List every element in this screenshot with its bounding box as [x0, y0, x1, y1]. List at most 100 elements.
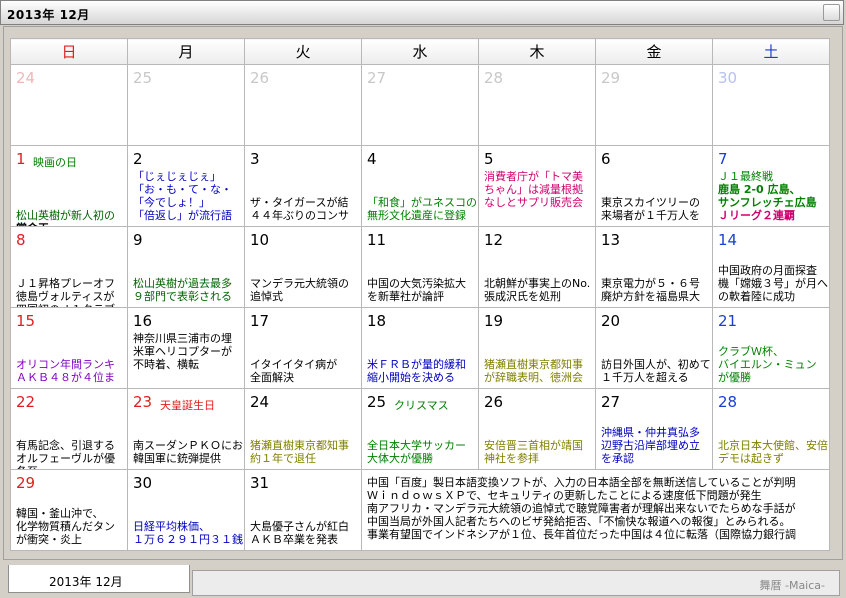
event-text: 縮小開始を決める — [367, 371, 455, 384]
day-cell[interactable]: 28 — [478, 64, 596, 146]
event-text: 鹿島 2-0 広島、 — [718, 183, 801, 196]
day-cell[interactable]: 4 「和食」がユネスコの 無形文化遺産に登録 — [361, 145, 479, 227]
day-cell[interactable]: 25 — [127, 64, 245, 146]
weekday-header-fri: 金 — [595, 38, 713, 65]
day-cell[interactable]: 24 — [10, 64, 128, 146]
day-number: 28 — [484, 69, 504, 87]
day-number: 6 — [601, 150, 611, 168]
day-number: 16 — [133, 312, 153, 330]
event-text: が辞職表明、徳洲会 — [484, 371, 583, 384]
event-text: 米軍ヘリコプターが — [133, 345, 232, 358]
day-cell[interactable]: 16 神奈川県三浦市の埋 米軍ヘリコプターが 不時着、横転 — [127, 307, 245, 389]
day-cell[interactable]: 27 沖縄県・仲井真弘多 辺野古沿岸部埋め立 を承認 — [595, 388, 713, 470]
day-cell[interactable]: 26 安倍晋三首相が靖国 神社を参拝 — [478, 388, 596, 470]
event-text: 「今でしょ！」 — [133, 196, 210, 209]
event-text: 猪瀬直樹東京都知事 — [484, 358, 583, 371]
day-cell[interactable]: 20 訪日外国人が、初めて １千万人を超える — [595, 307, 713, 389]
day-number: 22 — [16, 393, 36, 411]
day-cell[interactable]: 19 猪瀬直樹東京都知事 が辞職表明、徳洲会 — [478, 307, 596, 389]
day-cell[interactable]: 11 中国の大気汚染拡大 を新華社が論評 — [361, 226, 479, 308]
day-number: 10 — [250, 231, 270, 249]
holiday-label: クリスマス — [394, 399, 449, 412]
day-cell[interactable]: 30 — [712, 64, 830, 146]
day-cell[interactable]: 17 イタイイタイ病が 全面解決 — [244, 307, 362, 389]
day-cell[interactable]: 15 オリコン年間ランキ ＡＫＢ４８が４位ま — [10, 307, 128, 389]
event-text: 不時着、横転 — [133, 358, 199, 371]
day-cell[interactable]: 8 Ｊ１昇格プレーオフ徳島ヴォルティスが四国初のＪ１クラブ — [10, 226, 128, 308]
day-cell[interactable]: 14 中国政府の月面探査 機「嫦娥３号」が月へ の軟着陸に成功 — [712, 226, 830, 308]
day-cell[interactable]: 23 天皇誕生日 南スーダンＰＫＯにお 韓国軍に銃弾提供 — [127, 388, 245, 470]
day-cell[interactable]: 27 — [361, 64, 479, 146]
day-number: 31 — [250, 474, 270, 492]
event-text: デモは起きず — [718, 452, 784, 465]
event-text: 南スーダンＰＫＯにお — [133, 439, 243, 452]
day-cell[interactable]: 6 東京スカイツリーの 来場者が１千万人を — [595, 145, 713, 227]
day-number: 11 — [367, 231, 387, 249]
day-number: 23 — [133, 393, 153, 411]
day-cell[interactable]: 3 ザ・タイガースが結 ４４年ぶりのコンサ — [244, 145, 362, 227]
day-number: 24 — [16, 69, 36, 87]
event-text: 「和食」がユネスコの — [367, 196, 477, 209]
long-event-text: 中国当局が外国人記者たちへのビザ発給拒否、「不愉快な報道への報復」とみられる。 — [367, 515, 791, 528]
event-text: ＡＫＢ４８が４位ま — [16, 371, 115, 384]
bottom-bar: 2013年 12月 舞暦 -Maica- — [0, 561, 846, 598]
day-number: 20 — [601, 312, 621, 330]
day-cell[interactable]: 24 猪瀬直樹東京都知事 約１年で退任 — [244, 388, 362, 470]
event-text: なしとサプリ販売会 — [484, 196, 583, 209]
day-cell[interactable]: 26 — [244, 64, 362, 146]
day-cell[interactable]: 25 クリスマス 全日本大学サッカー 大体大が優勝 — [361, 388, 479, 470]
event-text: 化学物質積んだタン — [16, 520, 115, 533]
window-button[interactable] — [823, 4, 840, 21]
day-number: 4 — [367, 150, 377, 168]
event-text: 「お・も・て・な・ — [133, 183, 232, 196]
event-text: Ｊリーグ２連覇 — [718, 209, 795, 222]
event-text: 機「嫦娥３号」が月へ — [718, 277, 828, 290]
day-number: 9 — [133, 231, 143, 249]
day-cell[interactable]: 21 クラブＷ杯、 バイエルン・ミュン が優勝 — [712, 307, 830, 389]
day-number: 26 — [484, 393, 504, 411]
day-cell[interactable]: 31 大島優子さんが紅白 ＡＫＢ卒業を発表 — [244, 469, 362, 551]
day-cell[interactable]: 29 韓国・釜山沖で、 化学物質積んだタン が衝突・炎上 — [10, 469, 128, 551]
long-event-text: 中国「百度」製日本語変換ソフトが、入力の日本語全部を無断送信していることが判明 — [367, 476, 796, 489]
day-cell[interactable]: 30 日経平均株価、 １万６２９１円３１銭 — [127, 469, 245, 551]
day-number: 29 — [16, 474, 36, 492]
event-text: 韓国・釜山沖で、 — [16, 507, 104, 520]
day-number: 15 — [16, 312, 36, 330]
event-text: ９部門で表彰される — [133, 290, 232, 303]
event-text: 松山英樹が新人初の — [16, 209, 115, 222]
event-text: 松山英樹が過去最多 — [133, 277, 232, 290]
day-cell[interactable]: 10 マンデラ元大統領の 追悼式 — [244, 226, 362, 308]
weekday-header-row: 日 月 火 水 木 金 土 — [10, 38, 830, 65]
month-tab[interactable]: 2013年 12月 — [8, 565, 190, 593]
long-event-text: 南アフリカ・マンデラ元大統領の追悼式で聴覚障害者が理解出来ないでたらめな手話が — [367, 502, 796, 515]
day-cell[interactable]: 18 米ＦＲＢが量的緩和 縮小開始を決める — [361, 307, 479, 389]
day-cell[interactable]: 5 消費者庁が「トマ美 ちゃん」は減量根拠 なしとサプリ販売会 — [478, 145, 596, 227]
day-cell[interactable]: 22 有馬記念、引退するオルフェーヴルが優冬至 — [10, 388, 128, 470]
day-number: 25 — [133, 69, 153, 87]
day-cell[interactable]: 7 Ｊ１最終戦 鹿島 2-0 広島、 サンフレッチェ広島 Ｊリーグ２連覇 — [712, 145, 830, 227]
event-text: 沖縄県・仲井真弘多 — [601, 426, 700, 439]
event-text: Ｊ１最終戦 — [718, 170, 773, 183]
day-cell[interactable]: 9 松山英樹が過去最多 ９部門で表彰される — [127, 226, 245, 308]
day-cell[interactable]: 中国「百度」製日本語変換ソフトが、入力の日本語全部を無断送信していることが判明 Ｗ… — [361, 469, 830, 551]
day-cell[interactable]: 1 映画の日松山英樹が新人初の賞金王 — [10, 145, 128, 227]
day-number: 29 — [601, 69, 621, 87]
event-text: 徳島ヴォルティスが — [16, 290, 115, 303]
event-text: ４４年ぶりのコンサ — [250, 209, 349, 222]
day-cell[interactable]: 12 北朝鮮が事実上のNo. 張成沢氏を処刑 — [478, 226, 596, 308]
day-number: 17 — [250, 312, 270, 330]
day-number: 1 — [16, 150, 26, 168]
long-event-text: 事業有望国でインドネシアが１位、長年首位だった中国は４位に転落（国際協力銀行調 — [367, 528, 796, 541]
event-text: 北京日本大使館、安倍 — [718, 439, 828, 452]
status-bar: 舞暦 -Maica- — [192, 570, 840, 596]
day-cell[interactable]: 28 北京日本大使館、安倍 デモは起きず — [712, 388, 830, 470]
event-text: 「じぇじぇじぇ」 — [133, 170, 221, 183]
day-number: 28 — [718, 393, 738, 411]
day-cell[interactable]: 2 「じぇじぇじぇ」 「お・も・て・な・ 「今でしょ！」 「倍返し」が流行語 — [127, 145, 245, 227]
day-cell[interactable]: 13 東京電力が５・６号 廃炉方針を福島県大 — [595, 226, 713, 308]
day-cell[interactable]: 29 — [595, 64, 713, 146]
month-calendar: 日 月 火 水 木 金 土 24 25 26 27 28 29 30 1 映画の日 松山英樹が新人… — [10, 38, 830, 551]
day-number: 18 — [367, 312, 387, 330]
event-text: 消費者庁が「トマ美 — [484, 170, 583, 183]
weekday-header-tue: 火 — [244, 38, 362, 65]
